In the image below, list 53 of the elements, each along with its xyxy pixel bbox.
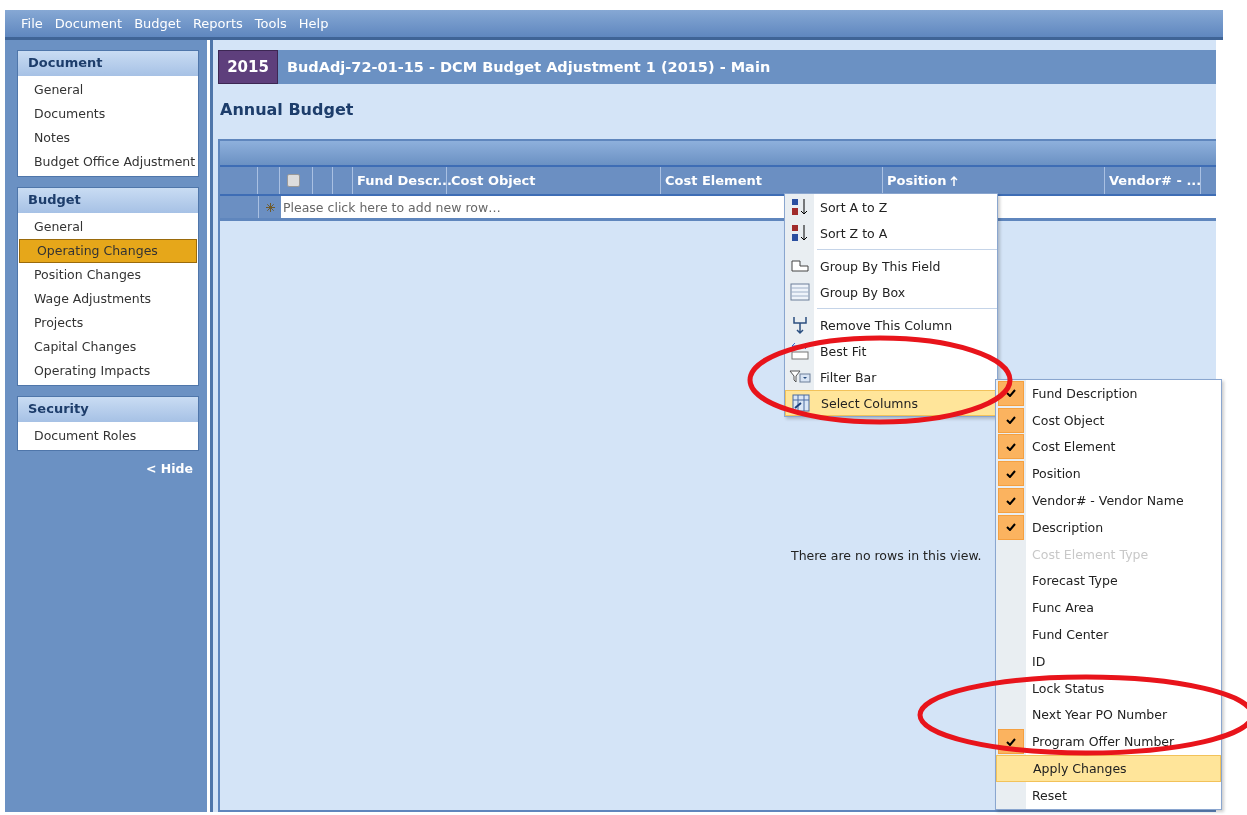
new-row-star-icon (265, 202, 275, 212)
column-option[interactable]: Next Year PO Number (996, 701, 1221, 729)
best-fit-icon (789, 342, 810, 360)
column-option[interactable]: Cost Element (996, 433, 1221, 461)
sidebar-item[interactable]: Capital Changes (18, 335, 198, 359)
column-option[interactable]: Description (996, 514, 1221, 541)
context-menu-item[interactable]: Sort A to Z (785, 194, 997, 220)
year-badge: 2015 (218, 50, 278, 84)
sidebar-section-header: Security (18, 397, 198, 422)
document-title: BudAdj-72-01-15 - DCM Budget Adjustment 1 (2015) - Main (287, 59, 771, 75)
select-all-checkbox[interactable] (287, 174, 300, 187)
sidebar-item[interactable]: Operating Impacts (18, 359, 198, 383)
sidebar-section-header: Budget (18, 188, 198, 213)
sidebar-item[interactable]: Documents (18, 102, 198, 126)
context-menu-item[interactable]: Remove This Column (785, 312, 997, 338)
column-option[interactable]: Cost Object (996, 406, 1221, 434)
sidebar-item[interactable]: Projects (18, 311, 198, 335)
sidebar-section-header: Document (18, 51, 198, 76)
sidebar-item[interactable]: Operating Changes (19, 239, 197, 263)
column-option[interactable]: Vendor# - Vendor Name (996, 487, 1221, 514)
group-field-icon (789, 259, 810, 273)
sidebar-item[interactable]: Position Changes (18, 263, 198, 287)
context-menu-item[interactable]: Group By Box (785, 279, 997, 305)
sidebar-item[interactable]: General (18, 215, 198, 239)
column-option[interactable]: Position (996, 460, 1221, 488)
submenu-action[interactable]: Reset (996, 781, 1221, 809)
column-option[interactable]: Fund Center (996, 621, 1221, 648)
column-option[interactable]: Program Offer Number (996, 728, 1221, 756)
context-menu-item[interactable]: Sort Z to A (785, 220, 997, 246)
column-option[interactable]: Forecast Type (996, 567, 1221, 595)
column-option[interactable]: Func Area (996, 594, 1221, 622)
context-menu-item[interactable]: Select Columns (785, 390, 997, 416)
sidebar-item[interactable]: Document Roles (18, 424, 198, 448)
remove-column-icon (790, 315, 809, 335)
sort-ascending-icon (789, 197, 810, 217)
sidebar-item[interactable]: Wage Adjustments (18, 287, 198, 311)
column-option[interactable]: Lock Status (996, 674, 1221, 702)
column-option[interactable]: ID (996, 647, 1221, 675)
context-menu-item[interactable]: Group By This Field (785, 253, 997, 279)
context-menu-item[interactable]: Best Fit (785, 338, 997, 364)
submenu-action[interactable]: Apply Changes (996, 755, 1221, 782)
group-box-icon (789, 283, 810, 301)
context-menu-item[interactable]: Filter Bar (785, 364, 997, 390)
section-title: Annual Budget (220, 100, 355, 119)
sort-descending-icon (789, 223, 810, 243)
sidebar-item[interactable]: Budget Office Adjustment (18, 150, 198, 174)
new-row-placeholder[interactable]: Please click here to add new row… (281, 196, 501, 218)
select-columns-icon (790, 394, 811, 412)
filter-icon (788, 369, 811, 385)
column-option[interactable]: Fund Description (996, 380, 1221, 407)
sidebar-item[interactable]: Notes (18, 126, 198, 150)
sidebar-item[interactable]: General (18, 78, 198, 102)
empty-message: There are no rows in this view. (791, 548, 982, 563)
